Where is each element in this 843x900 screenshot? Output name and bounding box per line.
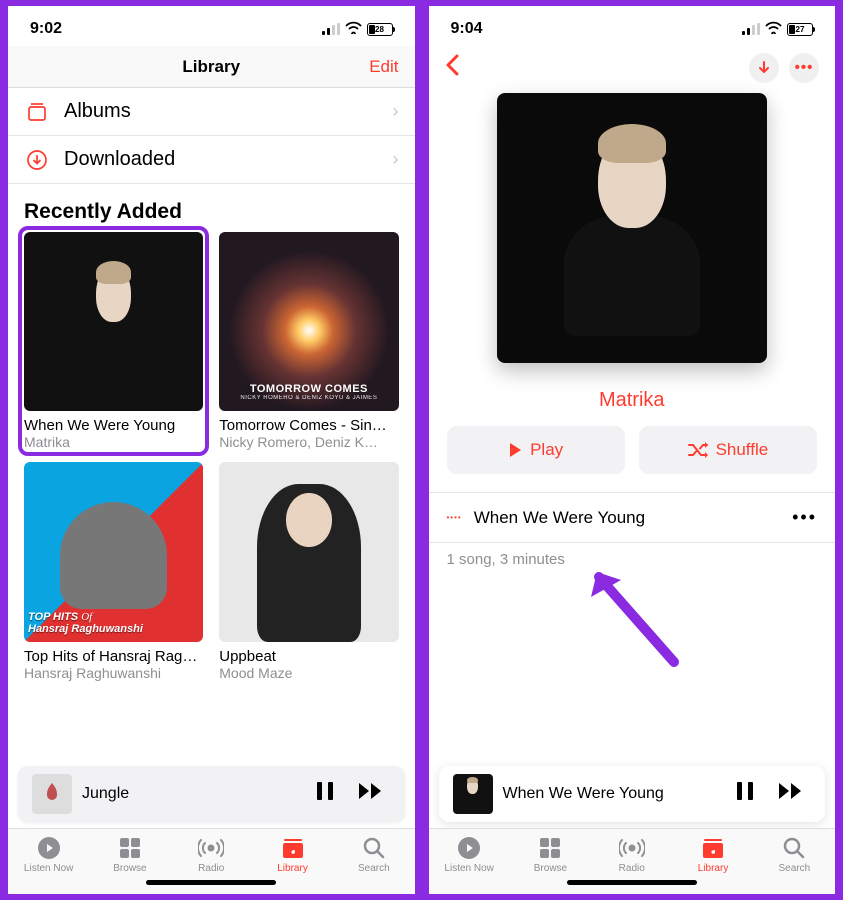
tab-bar: Listen Now Browse Radio Library Search — [8, 828, 415, 876]
nav-header: ••• — [429, 46, 836, 93]
shuffle-button[interactable]: Shuffle — [639, 426, 817, 474]
status-time: 9:04 — [451, 20, 483, 38]
more-button[interactable]: ••• — [789, 53, 819, 83]
album-title: When We Were Young — [24, 417, 203, 434]
home-indicator[interactable] — [429, 876, 836, 894]
album-card[interactable]: TOP HITS OfHansraj Raghuwanshi Top Hits … — [24, 462, 203, 680]
song-more-button[interactable]: ••• — [792, 507, 817, 528]
row-albums[interactable]: Albums › — [8, 88, 415, 136]
mini-player-artwork — [32, 774, 72, 814]
radio-icon — [198, 835, 224, 861]
back-button[interactable] — [445, 52, 461, 83]
status-time: 9:02 — [30, 20, 62, 38]
cellular-icon — [322, 23, 340, 35]
album-artwork: TOMORROW COMESNICKY ROMERO & DENIZ KOYU … — [219, 232, 398, 411]
chevron-right-icon: › — [393, 149, 399, 170]
tab-bar: Listen Now Browse Radio Library Search — [429, 828, 836, 876]
album-artist: Hansraj Raghuwanshi — [24, 665, 203, 681]
phone-library: 9:02 28 Library Edit Albums › Downloaded… — [4, 4, 419, 896]
album-artwork — [219, 462, 398, 641]
albums-icon — [24, 101, 50, 123]
download-button[interactable] — [749, 53, 779, 83]
battery-icon: 28 — [367, 23, 393, 36]
album-title: Tomorrow Comes - Sin… — [219, 417, 398, 434]
battery-icon: 27 — [787, 23, 813, 36]
status-right: 27 — [742, 21, 813, 37]
play-circle-icon — [37, 835, 61, 861]
mini-player[interactable]: When We Were Young — [439, 766, 826, 822]
shuffle-icon — [688, 442, 708, 458]
home-indicator[interactable] — [8, 876, 415, 894]
artist-name[interactable]: Matrika — [429, 389, 836, 412]
grid-icon — [119, 835, 141, 861]
grid-icon — [539, 835, 561, 861]
tab-browse[interactable]: Browse — [89, 835, 170, 874]
album-artwork — [24, 232, 203, 411]
status-right: 28 — [322, 21, 393, 37]
wifi-icon — [765, 21, 782, 37]
tab-listen-now[interactable]: Listen Now — [8, 835, 89, 874]
play-button[interactable]: Play — [447, 426, 625, 474]
download-icon — [24, 149, 50, 171]
tab-browse[interactable]: Browse — [510, 835, 591, 874]
next-button[interactable] — [771, 781, 811, 807]
library-icon — [701, 835, 725, 861]
tab-listen-now[interactable]: Listen Now — [429, 835, 510, 874]
status-bar: 9:04 27 — [429, 6, 836, 46]
phone-album: 9:04 27 ••• Matrika Play Shuffle — [425, 4, 840, 896]
tab-radio[interactable]: Radio — [171, 835, 252, 874]
nav-header: Library Edit — [8, 46, 415, 88]
mini-player[interactable]: Jungle — [18, 766, 405, 822]
album-title: Top Hits of Hansraj Rag… — [24, 648, 203, 665]
wifi-icon — [345, 21, 362, 37]
row-label: Albums — [64, 100, 379, 123]
chevron-right-icon: › — [393, 101, 399, 122]
section-header: Recently Added — [8, 184, 415, 232]
pause-button[interactable] — [309, 780, 341, 808]
album-title: Uppbeat — [219, 648, 398, 665]
tab-search[interactable]: Search — [754, 835, 835, 874]
row-downloaded[interactable]: Downloaded › — [8, 136, 415, 184]
tab-radio[interactable]: Radio — [591, 835, 672, 874]
album-card[interactable]: Uppbeat Mood Maze — [219, 462, 398, 680]
next-button[interactable] — [351, 781, 391, 807]
radio-icon — [619, 835, 645, 861]
tab-library[interactable]: Library — [672, 835, 753, 874]
play-circle-icon — [457, 835, 481, 861]
tab-search[interactable]: Search — [333, 835, 414, 874]
cellular-icon — [742, 23, 760, 35]
explicit-icon: •••• — [447, 513, 462, 522]
album-artwork: TOP HITS OfHansraj Raghuwanshi — [24, 462, 203, 641]
recently-added-grid: When We Were Young Matrika TOMORROW COME… — [8, 232, 415, 681]
tab-library[interactable]: Library — [252, 835, 333, 874]
album-card[interactable]: TOMORROW COMESNICKY ROMERO & DENIZ KOYU … — [219, 232, 398, 450]
page-title: Library — [182, 57, 240, 77]
pause-button[interactable] — [729, 780, 761, 808]
mini-player-title: When We Were Young — [503, 785, 720, 803]
search-icon — [783, 835, 805, 861]
album-artist: Matrika — [24, 434, 203, 450]
song-row[interactable]: •••• When We Were Young ••• — [429, 492, 836, 542]
status-bar: 9:02 28 — [8, 6, 415, 46]
album-artist: Nicky Romero, Deniz K… — [219, 434, 398, 450]
row-label: Downloaded — [64, 148, 379, 171]
library-icon — [281, 835, 305, 861]
search-icon — [363, 835, 385, 861]
song-title: When We Were Young — [474, 508, 780, 528]
album-artist: Mood Maze — [219, 665, 398, 681]
edit-button[interactable]: Edit — [369, 57, 398, 77]
mini-player-title: Jungle — [82, 785, 299, 803]
mini-player-artwork — [453, 774, 493, 814]
album-card[interactable]: When We Were Young Matrika — [18, 226, 209, 456]
play-icon — [508, 442, 522, 458]
album-artwork-large — [497, 93, 767, 363]
